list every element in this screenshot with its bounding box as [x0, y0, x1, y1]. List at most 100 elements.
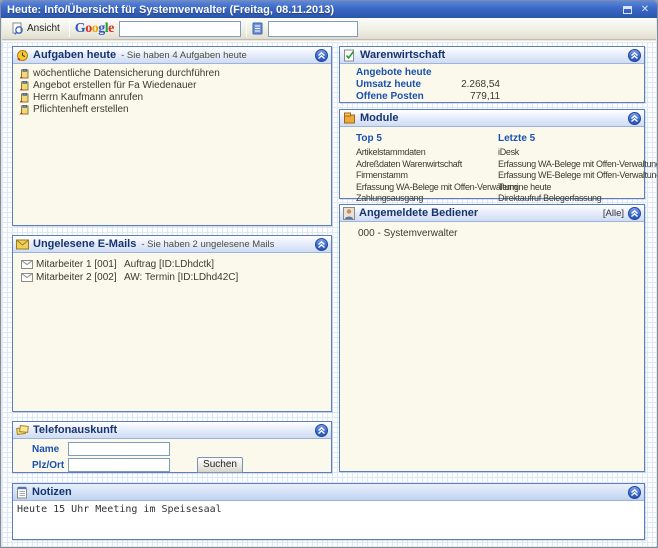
toolbar: Ansicht Google	[2, 18, 656, 40]
view-icon	[11, 22, 24, 35]
mail-header-icon	[16, 239, 29, 250]
panel-angemeldete-bediener: Angemeldete Bediener [Alle] 000 - System…	[339, 204, 645, 472]
ww-row: Offene Posten 779,11	[356, 91, 640, 103]
envelope-icon	[21, 273, 33, 282]
close-button[interactable]: ✕	[639, 4, 651, 15]
panel-notizen: Notizen Heute 15 Uhr Meeting im Speisesa…	[12, 483, 645, 540]
toolbar-separator	[246, 21, 247, 37]
task-label: Angebot erstellen für Fa Wiedenauer	[33, 80, 196, 92]
plzort-label: Plz/Ort	[32, 460, 68, 471]
window-title: Heute: Info/Übersicht für Systemverwalte…	[7, 4, 334, 16]
task-icon	[19, 69, 29, 79]
panel-ungelesene-emails: Ungelesene E-Mails - Sie haben 2 ungeles…	[12, 235, 332, 412]
module-link[interactable]: Artikelstammdaten	[356, 147, 498, 159]
tasks-clock-icon	[16, 49, 29, 62]
panel-title: Warenwirtschaft	[360, 49, 445, 61]
name-label: Name	[32, 444, 68, 455]
toolbar-separator	[69, 21, 70, 37]
angebote-heute-value	[448, 67, 500, 79]
restore-icon	[623, 6, 632, 14]
plzort-field[interactable]	[68, 458, 170, 472]
panel-warenwirtschaft: Warenwirtschaft Angebote heute Umsatz he…	[339, 46, 645, 103]
email-subject: AW: Termin [ID:LDhd42C]	[124, 271, 327, 284]
module-link[interactable]: Erfassung WE-Belege mit Offen-Verwaltung	[498, 170, 658, 182]
ansicht-button[interactable]: Ansicht	[7, 20, 64, 37]
ww-row: Umsatz heute 2.268,54	[356, 79, 640, 91]
title-bar: Heute: Info/Übersicht für Systemverwalte…	[1, 1, 657, 18]
email-from: Mitarbeiter 2 [002]	[36, 271, 121, 284]
panel-header-telefon: Telefonauskunft	[13, 422, 331, 439]
panel-header-bediener: Angemeldete Bediener [Alle]	[340, 205, 644, 222]
collapse-button[interactable]	[628, 49, 641, 62]
email-item[interactable]: Mitarbeiter 1 [001] Auftrag [ID:LDhdctk]	[21, 258, 327, 271]
panel-title: Aufgaben heute	[33, 49, 116, 61]
umsatz-heute-value: 2.268,54	[448, 79, 500, 91]
collapse-button[interactable]	[628, 207, 641, 220]
panel-title: Ungelesene E-Mails	[33, 238, 136, 250]
panel-aufgaben-heute: Aufgaben heute - Sie haben 4 Aufgaben he…	[12, 46, 332, 226]
module-link[interactable]: Adreßdaten Warenwirtschaft	[356, 159, 498, 171]
ww-row: Angebote heute	[356, 67, 640, 79]
task-icon	[19, 93, 29, 103]
task-label: Pflichtenheft erstellen	[33, 104, 129, 116]
phonebook-icon	[252, 22, 263, 35]
task-item[interactable]: wöchentliche Datensicherung durchführen	[19, 68, 327, 80]
collapse-button[interactable]	[315, 424, 328, 437]
email-item[interactable]: Mitarbeiter 2 [002] AW: Termin [ID:LDhd4…	[21, 271, 327, 284]
panel-title: Module	[360, 112, 399, 124]
top5-header: Top 5	[356, 133, 498, 145]
offene-posten-link[interactable]: Offene Posten	[356, 91, 448, 103]
panel-telefonauskunft: Telefonauskunft Name Plz/Ort Suchen	[12, 421, 332, 473]
close-icon: ✕	[641, 5, 649, 15]
dashboard-area: Aufgaben heute - Sie haben 4 Aufgaben he…	[2, 41, 656, 546]
alle-link[interactable]: [Alle]	[603, 208, 624, 219]
module-link[interactable]: Termine heute	[498, 182, 658, 194]
panel-title: Telefonauskunft	[33, 424, 117, 436]
angebote-heute-link[interactable]: Angebote heute	[356, 67, 448, 79]
module-link[interactable]: Direktaufruf Belegerfassung	[498, 193, 658, 205]
module-link[interactable]: Firmenstamm	[356, 170, 498, 182]
panel-header-emails: Ungelesene E-Mails - Sie haben 2 ungeles…	[13, 236, 331, 253]
suchen-button[interactable]: Suchen	[197, 457, 243, 473]
email-from: Mitarbeiter 1 [001]	[36, 258, 121, 271]
panel-module: Module Top 5 Artikelstammdaten Adreßdate…	[339, 109, 645, 199]
restore-button[interactable]	[621, 4, 633, 15]
task-item[interactable]: Angebot erstellen für Fa Wiedenauer	[19, 80, 327, 92]
module-link[interactable]: Zahlungsausgang	[356, 193, 498, 205]
panel-header-notizen: Notizen	[13, 484, 644, 501]
task-icon	[19, 81, 29, 91]
module-box-icon	[343, 112, 356, 125]
notepad-icon	[16, 486, 28, 499]
collapse-button[interactable]	[315, 238, 328, 251]
collapse-button[interactable]	[628, 486, 641, 499]
ansicht-label: Ansicht	[27, 23, 60, 34]
notizen-body: Heute 15 Uhr Meeting im Speisesaal	[13, 501, 644, 539]
envelope-icon	[21, 260, 33, 269]
module-link[interactable]: iDesk	[498, 147, 658, 159]
offene-posten-value: 779,11	[448, 91, 500, 103]
email-subject: Auftrag [ID:LDhdctk]	[124, 258, 327, 271]
umsatz-heute-link[interactable]: Umsatz heute	[356, 79, 448, 91]
panel-subtitle: - Sie haben 4 Aufgaben heute	[121, 50, 247, 61]
google-search-input[interactable]	[119, 21, 241, 37]
collapse-button[interactable]	[628, 112, 641, 125]
lookup-input[interactable]	[268, 21, 358, 37]
panel-subtitle: - Sie haben 2 ungelesene Mails	[141, 239, 274, 250]
task-label: wöchentliche Datensicherung durchführen	[33, 68, 220, 80]
app-window: Heute: Info/Übersicht für Systemverwalte…	[0, 0, 658, 548]
task-icon	[19, 105, 29, 115]
module-link[interactable]: Erfassung WA-Belege mit Offen-Verwaltung	[356, 182, 498, 194]
notizen-textarea[interactable]: Heute 15 Uhr Meeting im Speisesaal	[13, 501, 644, 539]
collapse-button[interactable]	[315, 49, 328, 62]
panel-title: Angemeldete Bediener	[359, 207, 478, 219]
panel-header-waren: Warenwirtschaft	[340, 47, 644, 64]
panel-header-module: Module	[340, 110, 644, 127]
task-item[interactable]: Pflichtenheft erstellen	[19, 104, 327, 116]
name-field[interactable]	[68, 442, 170, 456]
task-item[interactable]: Herrn Kaufmann anrufen	[19, 92, 327, 104]
user-icon	[343, 207, 355, 220]
module-link[interactable]: Erfassung WA-Belege mit Offen-Verwaltung	[498, 159, 658, 171]
panel-title: Notizen	[32, 486, 72, 498]
bediener-item: 000 - Systemverwalter	[358, 228, 640, 240]
task-label: Herrn Kaufmann anrufen	[33, 92, 143, 104]
